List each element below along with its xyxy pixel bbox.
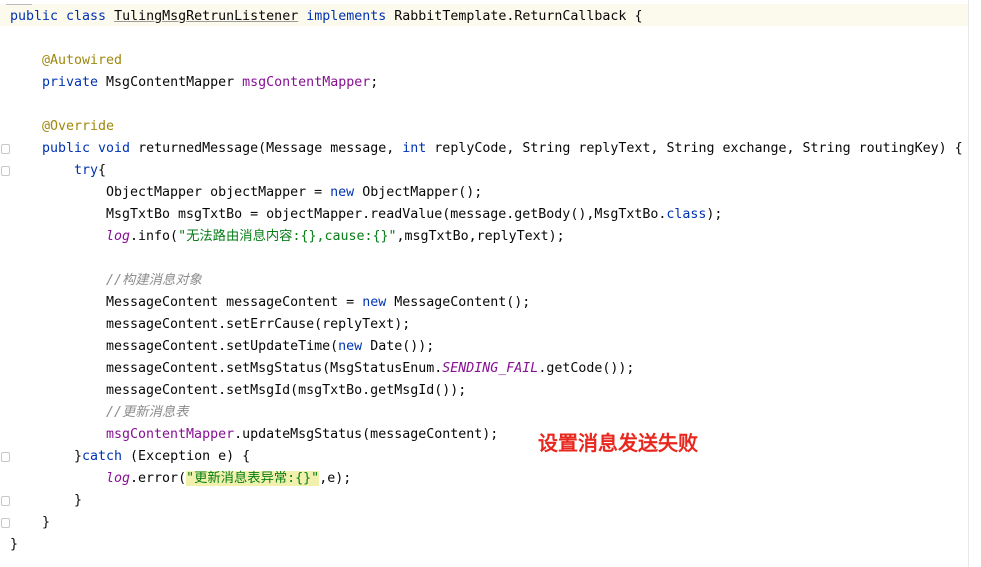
code-text: } bbox=[74, 493, 83, 508]
code-line[interactable]: messageContent.setMsgId(msgTxtBo.getMsgI… bbox=[106, 380, 466, 402]
keyword: public void bbox=[42, 141, 139, 156]
code-line[interactable]: ObjectMapper objectMapper = new ObjectMa… bbox=[106, 182, 482, 204]
code-text: Date()); bbox=[362, 339, 435, 354]
keyword: new bbox=[338, 339, 363, 354]
keyword: new bbox=[362, 295, 387, 310]
class-name: TulingMsgRetrunListener bbox=[114, 9, 299, 24]
code-text: messageContent.setMsgStatus(MsgStatusEnu… bbox=[106, 361, 443, 376]
code-line[interactable]: } bbox=[10, 534, 18, 556]
code-line-comment[interactable]: //更新消息表 bbox=[106, 402, 189, 424]
code-text: .updateMsgStatus(messageContent); bbox=[234, 427, 499, 442]
code-line[interactable]: MsgTxtBo msgTxtBo = objectMapper.readVal… bbox=[106, 204, 722, 226]
keyword: implements bbox=[298, 9, 395, 24]
keyword: catch bbox=[82, 449, 123, 464]
keyword: private bbox=[42, 75, 107, 90]
code-line[interactable]: msgContentMapper.updateMsgStatus(message… bbox=[106, 424, 498, 446]
code-line-override[interactable]: @Override bbox=[42, 116, 114, 138]
fold-marker-icon[interactable] bbox=[1, 496, 10, 506]
string-literal: "更新消息表异常:{}" bbox=[186, 471, 320, 486]
field-name: msgContentMapper bbox=[242, 75, 371, 90]
code-line[interactable]: log.info("无法路由消息内容:{},cause:{}",msgTxtBo… bbox=[106, 226, 565, 248]
code-line[interactable]: } bbox=[74, 490, 82, 512]
annotation-callout: 设置消息发送失败 bbox=[538, 431, 698, 455]
keyword: try bbox=[74, 163, 99, 178]
fold-marker-icon[interactable] bbox=[1, 144, 10, 154]
keyword: class bbox=[666, 207, 707, 222]
keyword: public class bbox=[10, 9, 115, 24]
code-text: .info( bbox=[130, 229, 179, 244]
code-text: ; bbox=[370, 75, 379, 90]
code-text: messageContent.setMsgId(msgTxtBo.getMsgI… bbox=[106, 383, 467, 398]
code-line-try[interactable]: try{ bbox=[74, 160, 106, 182]
code-text: replyCode, String replyText, String exch… bbox=[426, 141, 963, 156]
keyword: int bbox=[402, 141, 427, 156]
code-line-class-declaration[interactable]: public class TulingMsgRetrunListener imp… bbox=[10, 6, 642, 28]
code-text: { bbox=[98, 163, 107, 178]
static-field: log bbox=[106, 229, 131, 244]
code-text: RabbitTemplate.ReturnCallback { bbox=[394, 9, 643, 24]
code-text: messageContent.setErrCause(replyText); bbox=[106, 317, 411, 332]
code-text: .error( bbox=[130, 471, 187, 486]
code-line[interactable]: log.error("更新消息表异常:{}",e); bbox=[106, 468, 351, 490]
code-text: ,e); bbox=[319, 471, 352, 486]
code-text: ,msgTxtBo,replyText); bbox=[396, 229, 565, 244]
code-text: ObjectMapper objectMapper = bbox=[106, 185, 331, 200]
code-text: } bbox=[10, 537, 19, 552]
string-literal: "无法路由消息内容:{},cause:{}" bbox=[178, 229, 397, 244]
code-text: (Exception e) { bbox=[122, 449, 251, 464]
code-text: MsgTxtBo msgTxtBo = objectMapper.readVal… bbox=[106, 207, 667, 222]
code-text: ObjectMapper(); bbox=[354, 185, 483, 200]
code-text: returnedMessage(Message message, bbox=[138, 141, 403, 156]
code-line[interactable]: } bbox=[42, 512, 50, 534]
code-text: MessageContent(); bbox=[386, 295, 531, 310]
field-name: msgContentMapper bbox=[106, 427, 235, 442]
code-line-field[interactable]: private MsgContentMapper msgContentMappe… bbox=[42, 72, 378, 94]
code-line-autowired[interactable]: @Autowired bbox=[42, 50, 122, 72]
type-name: MsgContentMapper bbox=[106, 75, 243, 90]
fold-marker-icon[interactable] bbox=[1, 166, 10, 176]
code-editor[interactable]: public class TulingMsgRetrunListener imp… bbox=[0, 0, 981, 567]
code-text: } bbox=[42, 515, 51, 530]
code-text: ); bbox=[706, 207, 723, 222]
keyword: new bbox=[330, 185, 355, 200]
code-text: .getCode()); bbox=[538, 361, 635, 376]
code-line[interactable]: messageContent.setMsgStatus(MsgStatusEnu… bbox=[106, 358, 634, 380]
code-text: messageContent.setUpdateTime( bbox=[106, 339, 339, 354]
annotation: @Autowired bbox=[42, 53, 123, 68]
fold-marker-icon[interactable] bbox=[1, 452, 10, 462]
static-field: SENDING_FAIL bbox=[442, 361, 539, 376]
code-line-comment[interactable]: //构建消息对象 bbox=[106, 270, 202, 292]
comment: //构建消息对象 bbox=[106, 273, 202, 288]
annotation: @Override bbox=[42, 119, 115, 134]
code-line-catch[interactable]: }catch (Exception e) { bbox=[74, 446, 250, 468]
comment: //更新消息表 bbox=[106, 405, 189, 420]
code-line[interactable]: messageContent.setUpdateTime(new Date())… bbox=[106, 336, 434, 358]
code-line[interactable]: MessageContent messageContent = new Mess… bbox=[106, 292, 530, 314]
static-field: log bbox=[106, 471, 131, 486]
fold-marker-icon[interactable] bbox=[1, 518, 10, 528]
code-text: } bbox=[74, 449, 83, 464]
code-text: MessageContent messageContent = bbox=[106, 295, 363, 310]
code-line-method-signature[interactable]: public void returnedMessage(Message mess… bbox=[42, 138, 963, 160]
code-line[interactable]: messageContent.setErrCause(replyText); bbox=[106, 314, 410, 336]
